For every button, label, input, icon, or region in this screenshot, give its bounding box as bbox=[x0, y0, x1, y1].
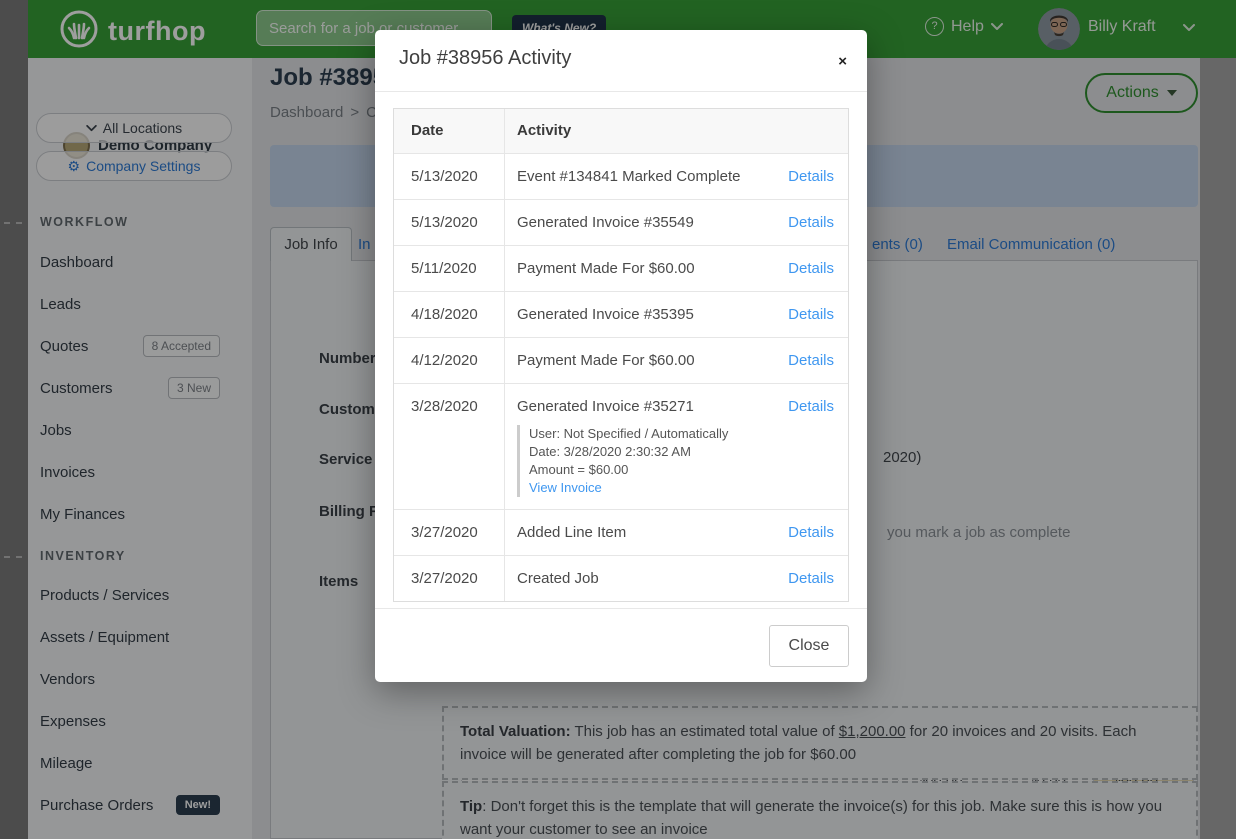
details-link[interactable]: Details bbox=[788, 398, 834, 415]
activity-details-block: User: Not Specified / Automatically Date… bbox=[517, 425, 848, 497]
detail-user-line: User: Not Specified / Automatically bbox=[529, 425, 848, 442]
activity-row: 3/27/2020 Created Job Details bbox=[394, 555, 848, 601]
modal-title: Job #38956 Activity bbox=[399, 47, 571, 70]
view-invoice-link[interactable]: View Invoice bbox=[529, 479, 848, 496]
close-button[interactable]: Close bbox=[769, 625, 849, 667]
activity-row: 3/27/2020 Added Line Item Details bbox=[394, 509, 848, 555]
col-date: Date bbox=[394, 109, 505, 153]
details-link[interactable]: Details bbox=[788, 570, 834, 587]
activity-table: Date Activity 5/13/2020 Event #134841 Ma… bbox=[393, 108, 849, 602]
details-link[interactable]: Details bbox=[788, 524, 834, 541]
details-link[interactable]: Details bbox=[788, 214, 834, 231]
close-icon[interactable]: × bbox=[838, 54, 847, 69]
activity-row-expanded: 3/28/2020 Generated Invoice #35271 Detai… bbox=[394, 383, 848, 509]
details-link[interactable]: Details bbox=[788, 168, 834, 185]
activity-table-header: Date Activity bbox=[394, 109, 848, 153]
col-activity: Activity bbox=[517, 122, 571, 139]
activity-row: 5/13/2020 Event #134841 Marked Complete … bbox=[394, 153, 848, 199]
detail-amount-line: Amount = $60.00 bbox=[529, 461, 848, 478]
app-window: turfhop What's New? ? Help Billy Kraft bbox=[0, 0, 1236, 839]
activity-row: 5/13/2020 Generated Invoice #35549 Detai… bbox=[394, 199, 848, 245]
modal-footer: Close bbox=[375, 608, 867, 682]
detail-date-line: Date: 3/28/2020 2:30:32 AM bbox=[529, 443, 848, 460]
activity-row: 4/18/2020 Generated Invoice #35395 Detai… bbox=[394, 291, 848, 337]
details-link[interactable]: Details bbox=[788, 260, 834, 277]
activity-modal: Job #38956 Activity × Date Activity 5/13… bbox=[375, 30, 867, 682]
activity-row: 5/11/2020 Payment Made For $60.00 Detail… bbox=[394, 245, 848, 291]
details-link[interactable]: Details bbox=[788, 306, 834, 323]
details-link[interactable]: Details bbox=[788, 352, 834, 369]
modal-header: Job #38956 Activity × bbox=[375, 30, 867, 92]
activity-row: 4/12/2020 Payment Made For $60.00 Detail… bbox=[394, 337, 848, 383]
